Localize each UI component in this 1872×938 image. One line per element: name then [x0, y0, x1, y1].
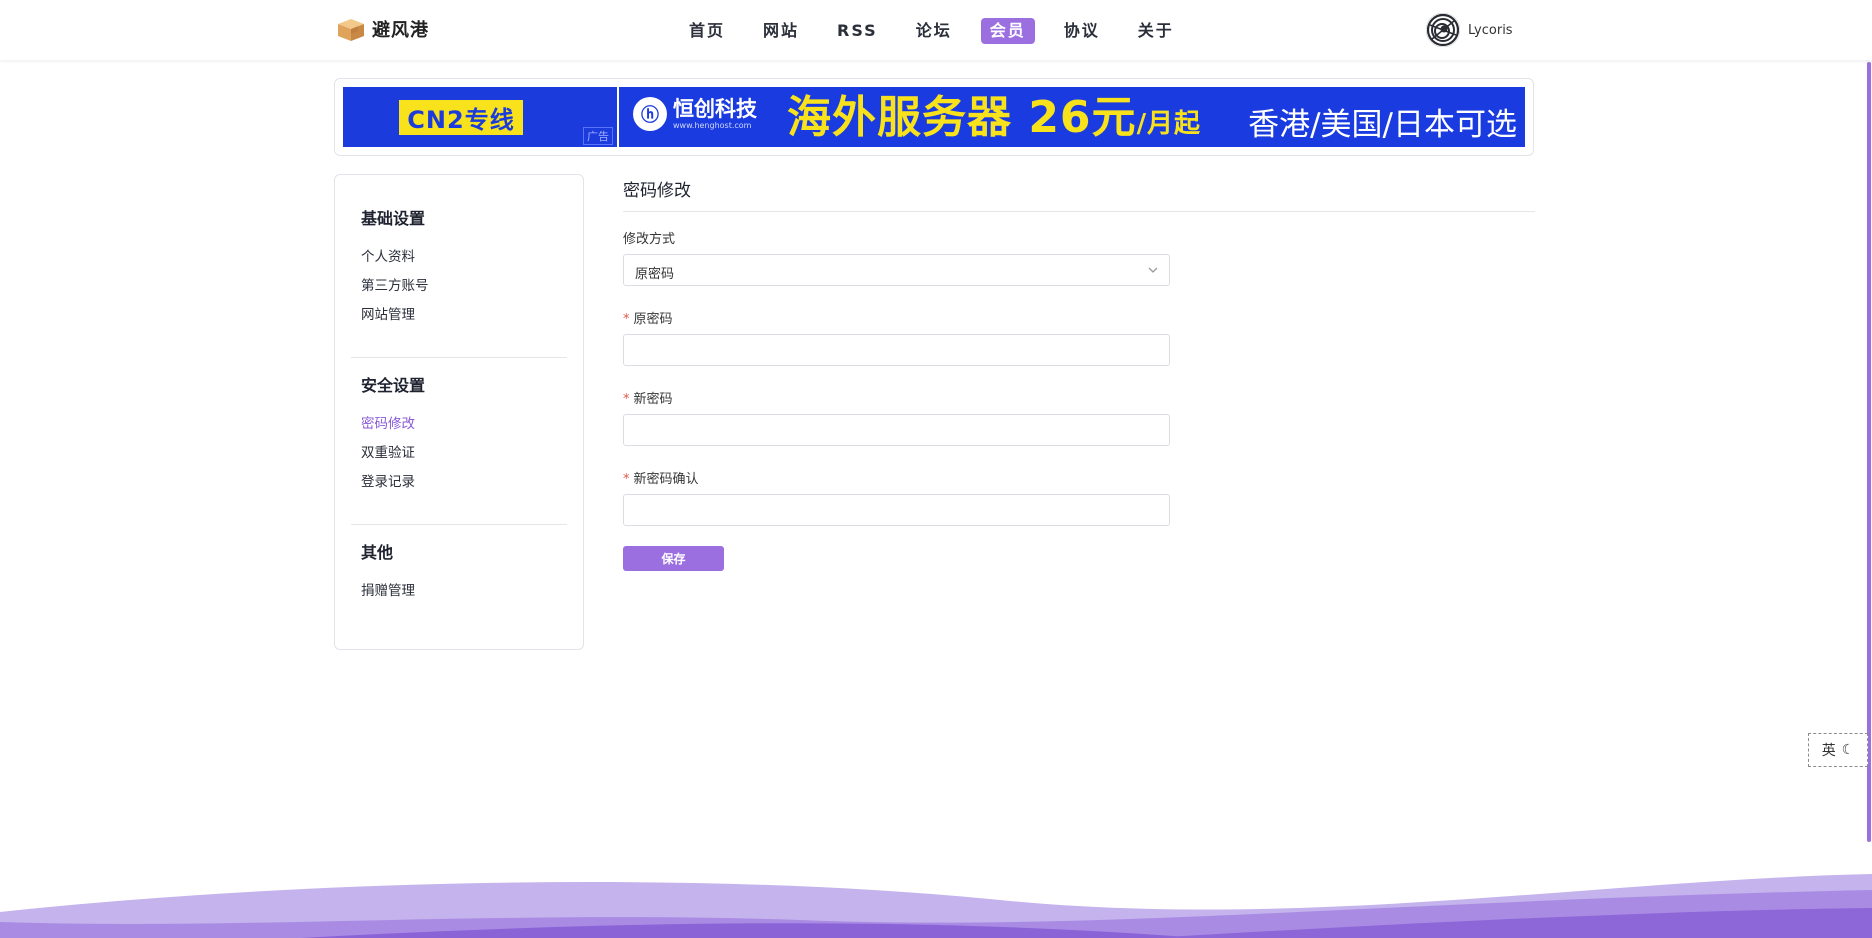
box-logo-icon — [338, 19, 364, 41]
user-menu[interactable]: Lycoris — [1426, 13, 1513, 47]
nav-agreement[interactable]: 协议 — [1055, 18, 1109, 44]
moon-icon[interactable]: ☾ — [1842, 742, 1855, 758]
nav-rss[interactable]: RSS — [828, 18, 887, 44]
sidebar-group-title: 其他 — [361, 543, 394, 562]
method-label: 修改方式 — [623, 232, 676, 247]
confirm-password-field[interactable] — [623, 494, 1170, 526]
nav-forum[interactable]: 论坛 — [907, 18, 961, 44]
new-password-label: * 新密码 — [623, 388, 673, 407]
required-mark: * — [623, 392, 630, 407]
ad-banner: CN2专线 广告 ⓗ 恒创科技 www.henghost.com 海外服务器 2… — [334, 78, 1534, 156]
sidebar-item-password[interactable]: 密码修改 — [361, 410, 425, 439]
ad-brand-name: 恒创科技 — [673, 97, 757, 121]
sidebar-group-title: 基础设置 — [361, 209, 426, 228]
sidebar-item-site-manage[interactable]: 网站管理 — [361, 301, 429, 330]
sidebar-item-profile[interactable]: 个人资料 — [361, 243, 429, 272]
password-form: 密码修改 修改方式 原密码 * 原密码 * 新密码 * 新密码确认 保存 — [623, 174, 1535, 571]
ad-headline-unit: /月起 — [1136, 109, 1202, 139]
nav-member[interactable]: 会员 — [980, 18, 1035, 44]
old-password-field[interactable] — [623, 334, 1170, 366]
method-select[interactable]: 原密码 — [623, 254, 1170, 286]
old-password-input[interactable] — [624, 335, 1169, 365]
lang-toggle[interactable]: 英 — [1822, 740, 1836, 760]
ad-subtext: 香港/美国/日本可选 — [1248, 107, 1517, 143]
username[interactable]: Lycoris — [1468, 23, 1513, 38]
sidebar-group-other: 其他 捐赠管理 — [361, 539, 415, 606]
sidebar-item-2fa[interactable]: 双重验证 — [361, 439, 425, 468]
chevron-down-icon — [1148, 267, 1158, 273]
site-logo[interactable]: 避风港 — [336, 16, 429, 42]
nav-home[interactable]: 首页 — [680, 18, 734, 44]
ad-server-panel[interactable]: ⓗ 恒创科技 www.henghost.com 海外服务器 26元/月起 香港/… — [619, 87, 1525, 147]
sidebar-item-third-party[interactable]: 第三方账号 — [361, 272, 429, 301]
new-password-input[interactable] — [624, 415, 1169, 445]
ad-cn2-label: CN2专线 — [399, 100, 523, 135]
page-title: 密码修改 — [623, 176, 1535, 212]
method-select-value: 原密码 — [635, 267, 675, 282]
confirm-password-label-text: 新密码确认 — [633, 472, 699, 487]
ad-headline: 海外服务器 26元/月起 — [787, 93, 1201, 147]
sidebar-group-title: 安全设置 — [361, 376, 426, 395]
lang-theme-widget[interactable]: 英 ☾ — [1808, 733, 1868, 767]
nav-sites[interactable]: 网站 — [754, 18, 808, 44]
confirm-password-label: * 新密码确认 — [623, 468, 699, 487]
main-nav: 首页 网站 RSS 论坛 会员 协议 关于 — [680, 18, 1203, 44]
save-button[interactable]: 保存 — [623, 546, 724, 571]
required-mark: * — [623, 312, 630, 327]
settings-sidebar: 基础设置 个人资料 第三方账号 网站管理 安全设置 密码修改 双重验证 登录记录… — [334, 174, 584, 650]
nav-about[interactable]: 关于 — [1129, 18, 1183, 44]
top-navbar: 避风港 首页 网站 RSS 论坛 会员 协议 关于 Lycoris — [0, 0, 1872, 60]
sidebar-item-donation[interactable]: 捐赠管理 — [361, 577, 415, 606]
old-password-label: * 原密码 — [623, 308, 673, 327]
ad-tag: 广告 — [583, 127, 613, 145]
avatar[interactable] — [1426, 13, 1460, 47]
sidebar-divider — [351, 357, 567, 358]
sidebar-group-security: 安全设置 密码修改 双重验证 登录记录 — [361, 372, 425, 497]
sidebar-group-basic: 基础设置 个人资料 第三方账号 网站管理 — [361, 205, 429, 330]
new-password-label-text: 新密码 — [633, 392, 673, 407]
required-mark: * — [623, 472, 630, 487]
confirm-password-input[interactable] — [624, 495, 1169, 525]
scrollbar-thumb[interactable] — [1867, 62, 1871, 842]
ad-brand-logo-icon: ⓗ — [633, 97, 667, 131]
ad-brand: ⓗ 恒创科技 www.henghost.com — [633, 97, 757, 131]
ad-cn2-panel[interactable]: CN2专线 广告 — [343, 87, 617, 147]
ad-headline-main: 海外服务器 26元 — [787, 92, 1137, 143]
site-name: 避风港 — [372, 20, 429, 41]
old-password-label-text: 原密码 — [633, 312, 673, 327]
new-password-field[interactable] — [623, 414, 1170, 446]
sidebar-divider — [351, 524, 567, 525]
ad-brand-url: www.henghost.com — [673, 121, 752, 130]
avatar-scribble-icon — [1426, 13, 1460, 47]
sidebar-item-login-log[interactable]: 登录记录 — [361, 468, 425, 497]
bottom-wave-decoration — [0, 874, 1872, 938]
